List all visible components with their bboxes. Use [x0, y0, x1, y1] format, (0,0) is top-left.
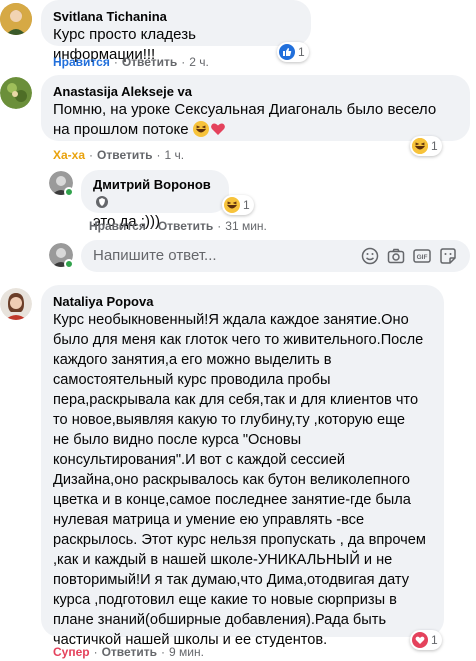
reply-button[interactable]: Ответить — [102, 645, 157, 659]
haha-button[interactable]: Ха-ха — [53, 148, 85, 162]
author-name[interactable]: Дмитрий Воронов — [93, 177, 211, 192]
comment-text: Помню, на уроке Сексуальная Диагональ бы… — [53, 100, 458, 143]
reply-button[interactable]: Ответить — [158, 219, 213, 233]
comment-bubble: Svitlana Tichanina Курс просто кладезь и… — [41, 0, 311, 63]
online-status-indicator — [64, 259, 74, 269]
comment-author[interactable]: Svitlana Tichanina — [53, 8, 299, 25]
separator: · — [113, 55, 118, 69]
reaction-count: 1 — [431, 633, 438, 647]
avatar-anastasija[interactable] — [0, 77, 32, 109]
gif-icon[interactable]: GIF — [413, 247, 431, 265]
separator: · — [161, 645, 166, 659]
avatar-svitlana[interactable] — [0, 3, 32, 35]
timestamp[interactable]: 1 ч. — [164, 148, 184, 162]
separator: · — [89, 148, 94, 162]
reaction-count-badge[interactable]: 1 — [410, 136, 442, 156]
reply-button[interactable]: Ответить — [122, 55, 177, 69]
reaction-count: 1 — [243, 198, 250, 212]
separator: · — [93, 645, 98, 659]
comment-author[interactable]: Anastasija Alekseje va — [53, 83, 458, 100]
reply-input[interactable]: Напишите ответ... GIF — [81, 240, 470, 272]
avatar-nataliya[interactable] — [0, 288, 32, 320]
haha-icon — [192, 121, 209, 143]
haha-icon — [412, 138, 428, 154]
heart-icon — [210, 121, 226, 143]
reply-button[interactable]: Ответить — [97, 148, 152, 162]
timestamp[interactable]: 2 ч. — [189, 55, 209, 69]
comment-author[interactable]: Дмитрий Воронов — [93, 176, 217, 212]
shield-badge-icon — [96, 195, 108, 212]
separator: · — [149, 219, 154, 233]
comment-actions: Ха-ха · Ответить · 1 ч. — [53, 147, 184, 163]
comment-actions: Нравится · Ответить · 31 мин. — [89, 218, 267, 234]
comment-actions: Супер · Ответить · 9 мин. — [53, 644, 204, 660]
reply-placeholder: Напишите ответ... — [93, 247, 217, 264]
online-status-indicator — [64, 187, 74, 197]
comment-author[interactable]: Nataliya Popova — [53, 293, 432, 310]
like-button[interactable]: Нравится — [53, 55, 110, 69]
reaction-count-badge[interactable]: 1 — [410, 630, 442, 650]
comment-bubble: Anastasija Alekseje va Помню, на уроке С… — [41, 75, 470, 141]
reaction-count: 1 — [431, 139, 438, 153]
love-icon — [412, 632, 428, 648]
love-button[interactable]: Супер — [53, 645, 90, 659]
sticker-icon[interactable] — [439, 247, 457, 265]
comment-text-body: Помню, на уроке Сексуальная Диагональ бы… — [53, 101, 437, 138]
emoji-icon[interactable] — [361, 247, 379, 265]
comment-text: Курс необыкновенный!Я ждала каждое занят… — [53, 312, 426, 648]
timestamp[interactable]: 31 мин. — [225, 219, 267, 233]
separator: · — [217, 219, 222, 233]
timestamp[interactable]: 9 мин. — [169, 645, 204, 659]
comment-bubble: Nataliya Popova Курс необыкновенный!Я жд… — [41, 285, 444, 648]
comment-actions: Нравится · Ответить · 2 ч. — [53, 54, 209, 70]
like-icon — [279, 44, 295, 60]
reaction-count-badge[interactable]: 1 — [222, 195, 254, 215]
reaction-count-badge[interactable]: 1 — [277, 42, 309, 62]
comment-bubble: Дмитрий Воронов это да :))) — [81, 170, 229, 230]
reaction-count: 1 — [298, 45, 305, 59]
haha-icon — [224, 197, 240, 213]
separator: · — [181, 55, 186, 69]
like-button[interactable]: Нравится — [89, 219, 146, 233]
camera-icon[interactable] — [387, 247, 405, 265]
separator: · — [156, 148, 161, 162]
svg-text:GIF: GIF — [417, 254, 428, 261]
